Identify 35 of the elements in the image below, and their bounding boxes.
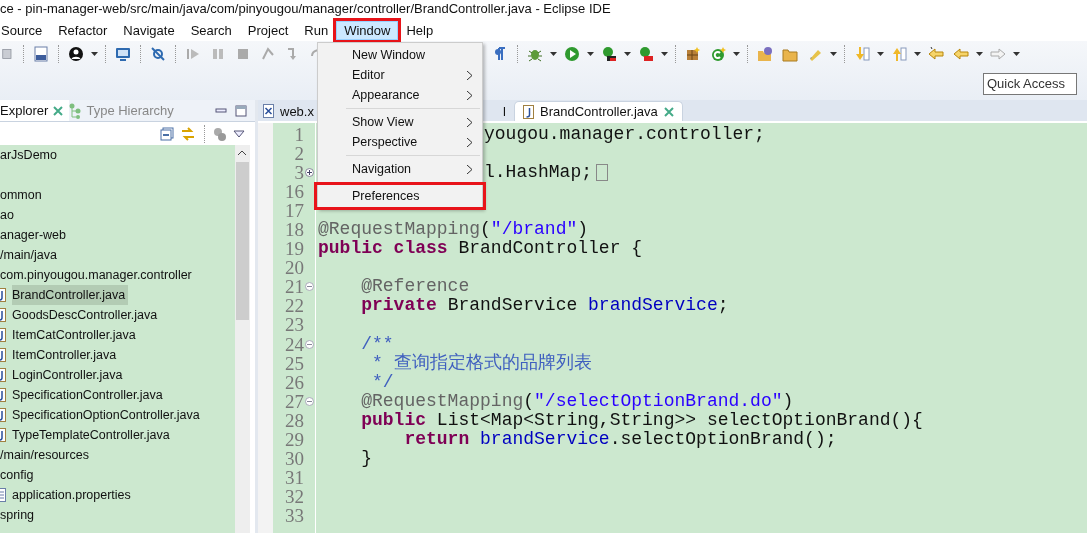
line-number: 19 — [285, 239, 304, 259]
code-line: @RequestMapping("/brand") — [318, 220, 589, 240]
line-number: 30 — [285, 448, 304, 468]
code-line: /** — [360, 334, 394, 354]
code-line: public List<Map<String,String>> selectOptionBrand(){ — [360, 410, 923, 430]
code-line: l.HashMap; — [484, 163, 593, 183]
line-number: 17 — [285, 201, 304, 221]
line-number: 31 — [285, 467, 304, 487]
code-line: * 查询指定格式的品牌列表 — [371, 353, 592, 373]
line-number: 1 — [294, 125, 304, 145]
line-number: 26 — [285, 372, 304, 392]
line-number: 33 — [285, 505, 304, 525]
line-number: 2 — [294, 144, 304, 164]
line-number: 25 — [285, 353, 304, 373]
code-line: private BrandService brandService; — [360, 296, 729, 316]
code-line: yougou.manager.controller; — [484, 125, 765, 145]
line-number: 22 — [285, 296, 304, 316]
code-line: */ — [371, 372, 394, 392]
code-line: } — [360, 448, 372, 468]
code-line: @Reference — [360, 277, 470, 297]
line-number: 28 — [285, 410, 304, 430]
line-number: 29 — [285, 429, 304, 449]
line-number: 27 — [285, 391, 304, 411]
window-title: ce - pin-manager-web/src/main/java/com/pinyougou/manager/controller/BrandController.java - Eclipse IDE — [0, 0, 612, 18]
code-line: return brandService.selectOptionBrand(); — [404, 429, 837, 449]
line-number: 20 — [285, 258, 304, 278]
line-number: 23 — [285, 315, 304, 335]
code-line: public class BrandController { — [318, 239, 643, 259]
line-number: 32 — [285, 486, 304, 506]
line-number: 16 — [285, 182, 304, 202]
line-number: 18 — [285, 220, 304, 240]
code-line: @RequestMapping("/selectOptionBrand.do") — [360, 391, 794, 411]
line-number: 21 — [285, 277, 304, 297]
line-number: 3 — [294, 163, 304, 183]
line-number: 24 — [285, 334, 304, 354]
